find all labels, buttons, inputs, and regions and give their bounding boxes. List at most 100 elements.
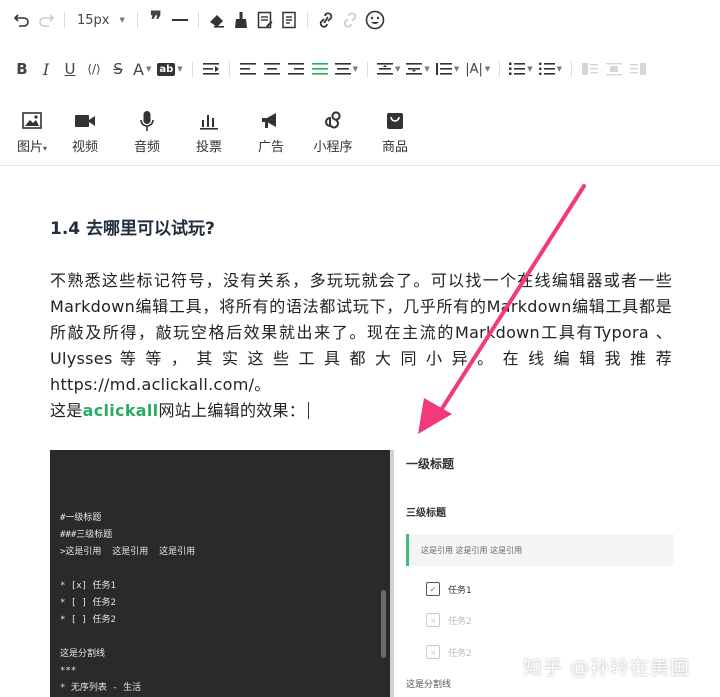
align-center-button[interactable]	[260, 56, 284, 82]
shopping-bag-icon	[387, 112, 403, 129]
format-painter-button[interactable]	[205, 7, 229, 33]
align-center-icon	[263, 63, 280, 75]
link-icon	[319, 12, 333, 28]
redo-icon	[39, 14, 54, 27]
insert-image-button[interactable]: 图片▾	[10, 110, 54, 155]
insert-audio-button[interactable]: 音频	[116, 110, 178, 155]
preview-h3: 三级标题	[406, 508, 446, 519]
code-button[interactable]: ⟨/⟩	[82, 56, 106, 82]
spacing-before-icon	[377, 63, 394, 75]
task-label: 任务1	[448, 585, 472, 596]
font-size-select[interactable]: 15px ▼	[71, 13, 131, 28]
paragraph-spacing-before-button[interactable]: ▼	[374, 56, 403, 82]
preview-task-item: × 任务2	[426, 613, 472, 627]
insert-link-button[interactable]	[314, 7, 338, 33]
caret-down-icon: ▼	[352, 65, 359, 73]
code-line: 这是分割线	[60, 649, 106, 659]
align-right-button[interactable]	[284, 56, 308, 82]
horizontal-rule-button[interactable]	[168, 7, 192, 33]
insert-ad-button[interactable]: 广告	[240, 110, 302, 155]
float-left-button[interactable]	[578, 56, 602, 82]
ordered-list-button[interactable]: ▼	[506, 56, 535, 82]
unchecked-checkbox-icon: ×	[426, 613, 440, 627]
image-label: 图片	[16, 139, 43, 155]
strikethrough-icon: S	[113, 60, 123, 78]
mini-program-icon	[325, 110, 341, 128]
microphone-icon	[140, 110, 154, 131]
caret-down-icon: ▼	[395, 65, 401, 73]
italic-button[interactable]: I	[34, 56, 58, 82]
undo-button[interactable]	[10, 7, 34, 33]
toolbar-separator	[64, 12, 65, 28]
background-color-button[interactable]: ab ▼	[154, 56, 185, 82]
preview-task-item: × 任务2	[426, 645, 472, 659]
insert-product-button[interactable]: 商品	[364, 110, 426, 155]
align-left-button[interactable]	[236, 56, 260, 82]
undo-icon	[14, 14, 29, 27]
preview-h1: 一级标题	[406, 457, 455, 471]
code-line: * [ ] 任务2	[60, 615, 116, 625]
smiley-icon	[365, 10, 385, 30]
unlink-button[interactable]	[338, 7, 362, 33]
align-distribute-button[interactable]: ▼	[332, 56, 361, 82]
document-button[interactable]	[277, 7, 301, 33]
line-height-button[interactable]: ▼	[433, 56, 462, 82]
underline-button[interactable]: U	[58, 56, 82, 82]
toolbar-separator	[367, 61, 369, 77]
document-edit-icon	[257, 11, 273, 29]
unordered-list-button[interactable]: ▼	[536, 56, 565, 82]
product-label: 商品	[381, 139, 408, 155]
editor-scrollbar	[381, 590, 386, 658]
insert-video-button[interactable]: 视频	[54, 110, 116, 155]
blockquote-button[interactable]: ❞	[144, 7, 168, 33]
font-color-button[interactable]: A ▼	[130, 56, 154, 82]
bold-button[interactable]: B	[10, 56, 34, 82]
caret-down-icon: ▼	[556, 65, 563, 73]
article-body[interactable]: 不熟悉这些标记符号，没有关系，多玩玩就会了。可以找一个在线编辑器或者一些Mark…	[50, 268, 672, 424]
task-label: 任务2	[448, 648, 472, 659]
spacing-after-icon	[406, 63, 423, 75]
align-distribute-icon	[334, 63, 351, 75]
caret-down-icon: ▼	[527, 65, 533, 73]
underline-icon: U	[64, 60, 76, 78]
code-line: #一级标题	[60, 513, 102, 523]
caret-down-icon: ▼	[453, 65, 460, 73]
article-heading[interactable]: 1.4 去哪里可以试玩?	[50, 214, 215, 239]
insert-vote-button[interactable]: 投票	[178, 110, 240, 155]
horizontal-rule-icon	[171, 19, 188, 21]
media-toolbar: 图片▾ 视频 音频 投票 广告 小程序 商品	[10, 108, 720, 156]
caret-down-icon: ▼	[484, 65, 491, 73]
indent-button[interactable]	[199, 56, 223, 82]
toolbar-separator	[499, 61, 501, 77]
code-line: >这是引用 这是引用 这是引用	[60, 547, 196, 557]
toolbar-separator	[228, 61, 230, 77]
insert-mini-program-button[interactable]: 小程序	[302, 110, 364, 155]
code-line: ###三级标题	[60, 530, 113, 540]
code-line: * [x] 任务1	[60, 581, 116, 591]
emoji-button[interactable]	[362, 7, 388, 33]
highlight-icon: ab	[157, 62, 176, 76]
strikethrough-button[interactable]: S	[106, 56, 130, 82]
float-right-button[interactable]	[626, 56, 650, 82]
toolbar-row-history: 15px ▼ ❞	[10, 6, 720, 34]
float-none-button[interactable]	[602, 56, 626, 82]
toolbar-separator	[191, 61, 193, 77]
vote-label: 投票	[195, 139, 222, 155]
align-left-icon	[239, 63, 256, 75]
checked-checkbox-icon: ✓	[426, 582, 440, 596]
align-justify-button[interactable]	[308, 56, 332, 82]
caret-down-icon: ▼	[145, 65, 152, 73]
paragraph-spacing-after-button[interactable]: ▼	[403, 56, 432, 82]
insert-template-button[interactable]	[253, 7, 277, 33]
float-none-icon	[606, 63, 623, 76]
clear-format-button[interactable]	[229, 7, 253, 33]
audio-label: 音频	[133, 139, 160, 155]
bold-icon: B	[16, 60, 28, 78]
code-icon: ⟨/⟩	[87, 62, 101, 76]
preview-task-item: ✓ 任务1	[426, 582, 472, 596]
redo-button[interactable]	[34, 7, 58, 33]
markdown-editor-screenshot[interactable]: #一级标题 ###三级标题 >这是引用 这是引用 这是引用 * [x] 任务1 * […	[50, 450, 394, 697]
letter-spacing-button[interactable]: |A| ▼	[462, 56, 493, 82]
toolbar-separator	[571, 61, 573, 77]
